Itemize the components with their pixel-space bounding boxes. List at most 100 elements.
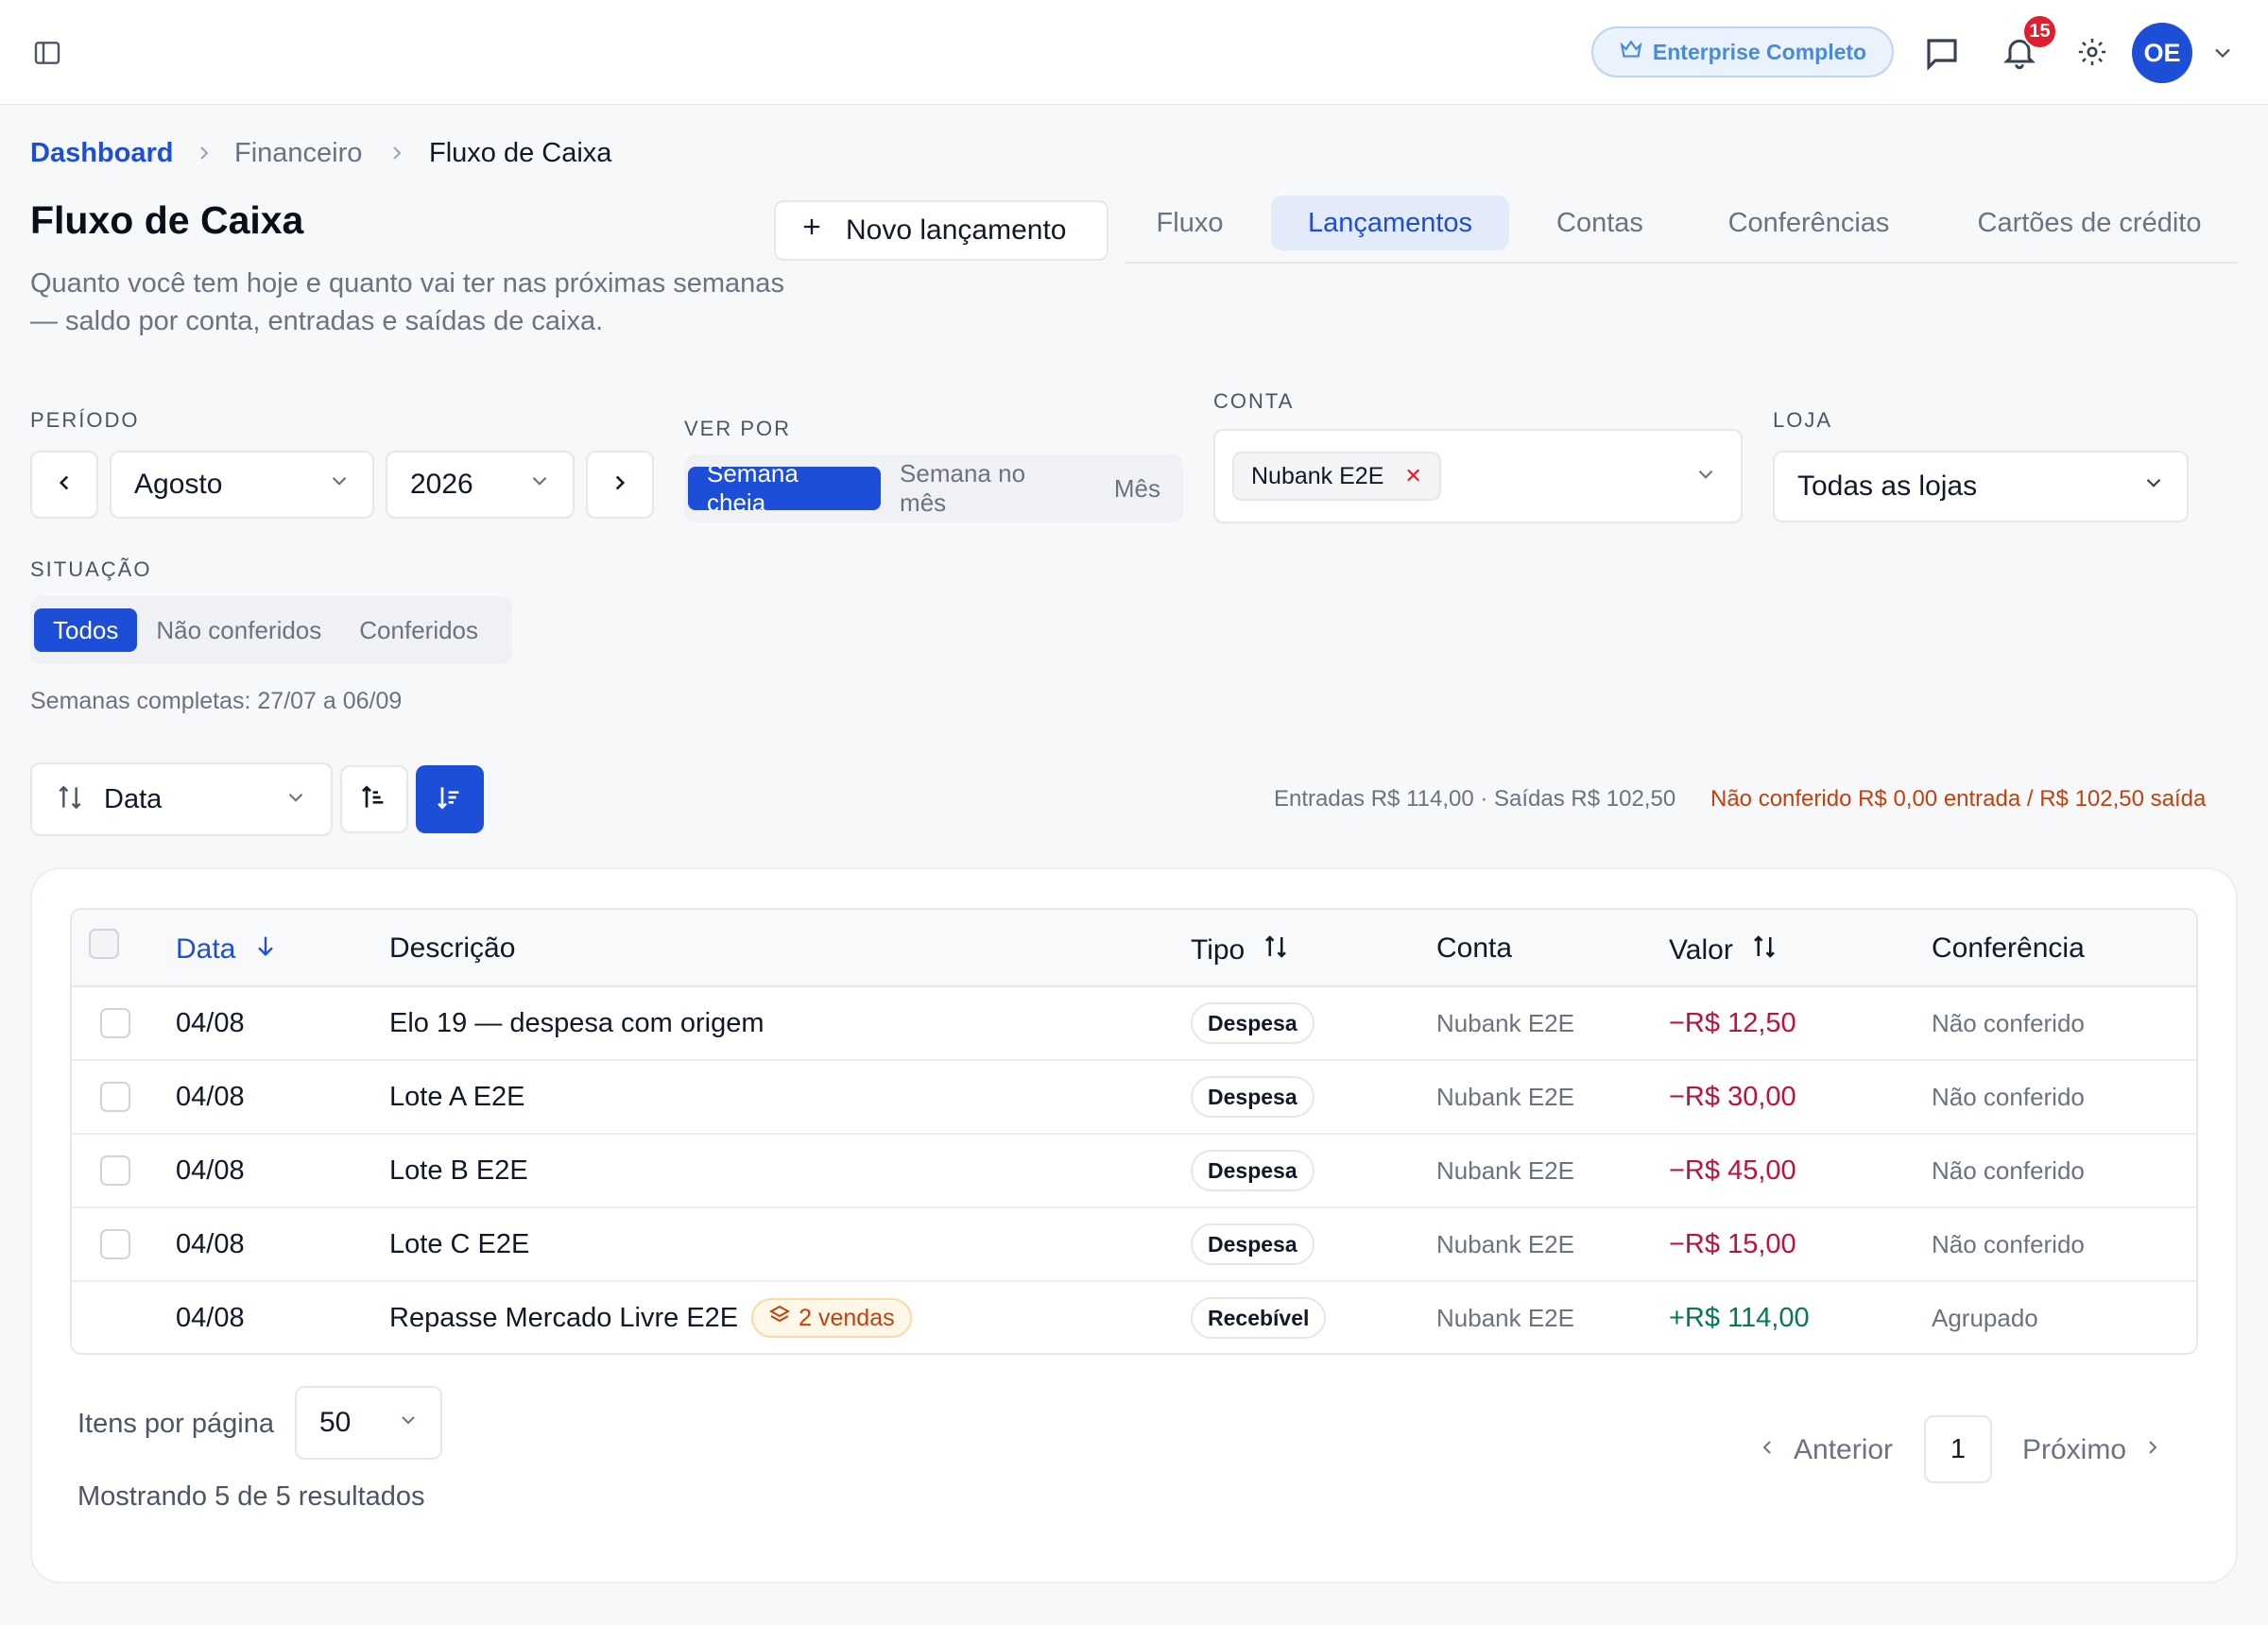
month-select[interactable]: Agosto [110, 451, 374, 519]
weeks-note: Semanas completas: 27/07 a 06/09 [30, 688, 403, 714]
row-description: Repasse Mercado Livre E2E [389, 1302, 739, 1333]
tab-conferencias[interactable]: Conferências [1701, 196, 1916, 250]
status-option-todos[interactable]: Todos [34, 608, 138, 652]
row-value: −R$ 45,00 [1669, 1155, 1796, 1186]
row-value: −R$ 12,50 [1669, 1007, 1796, 1038]
chevron-left-icon [1756, 1434, 1778, 1466]
row-type-badge: Despesa [1191, 1223, 1314, 1265]
status-option-conferidos[interactable]: Conferidos [340, 608, 497, 652]
year-select[interactable]: 2026 [386, 451, 575, 519]
new-entry-label: Novo lançamento [846, 214, 1067, 246]
select-all-checkbox[interactable] [89, 929, 119, 959]
tab-fluxo[interactable]: Fluxo [1128, 196, 1251, 250]
tab-lancamentos[interactable]: Lançamentos [1271, 196, 1509, 250]
column-data[interactable]: Data [176, 932, 279, 966]
row-status: Não conferido [1932, 1229, 2085, 1258]
row-date: 04/08 [176, 1007, 245, 1038]
next-month-button[interactable] [586, 451, 654, 519]
row-account: Nubank E2E [1436, 1155, 1574, 1185]
row-status: Não conferido [1932, 1008, 2085, 1037]
row-account: Nubank E2E [1436, 1008, 1574, 1037]
store-value: Todas as lojas [1797, 470, 1978, 502]
row-date: 04/08 [176, 1155, 245, 1186]
totals-summary: Entradas R$ 114,00 · Saídas R$ 102,50 [1274, 786, 1676, 812]
table-row[interactable]: 04/08 Repasse Mercado Livre E2E 2 vendas… [72, 1282, 2196, 1353]
avatar[interactable]: OE [2132, 23, 2192, 83]
page-subtitle: Quanto você tem hoje e quanto vai ter na… [30, 268, 784, 336]
breadcrumb-dashboard[interactable]: Dashboard [30, 138, 173, 169]
tabs-divider [1125, 262, 2238, 264]
sort-ascending-icon [359, 782, 389, 817]
prev-month-button[interactable] [30, 451, 98, 519]
sales-count-badge[interactable]: 2 vendas [751, 1298, 912, 1338]
view-by-segmented: Semana cheia Semana no mês Mês [684, 454, 1183, 522]
previous-page-label: Anterior [1794, 1434, 1894, 1465]
results-count: Mostrando 5 de 5 resultados [77, 1481, 425, 1512]
crown-icon [1619, 37, 1643, 67]
view-option-mes[interactable]: Mês [1095, 467, 1179, 510]
plan-badge[interactable]: Enterprise Completo [1591, 26, 1894, 77]
sort-icon [1262, 932, 1290, 968]
layers-icon [768, 1304, 791, 1333]
per-page-value: 50 [319, 1407, 352, 1438]
row-checkbox[interactable] [100, 1061, 130, 1133]
status-option-nao-conferidos[interactable]: Não conferidos [137, 608, 340, 652]
row-status: Não conferido [1932, 1155, 2085, 1185]
column-valor[interactable]: Valor [1669, 932, 1778, 968]
per-page-select[interactable]: 50 [295, 1386, 442, 1460]
column-tipo-label: Tipo [1191, 934, 1246, 966]
row-status: Agrupado [1932, 1303, 2038, 1332]
sort-field-select[interactable]: Data [30, 762, 333, 836]
row-status: Não conferido [1932, 1082, 2085, 1111]
row-checkbox[interactable] [100, 1208, 130, 1280]
page-title: Fluxo de Caixa [30, 198, 304, 242]
close-icon[interactable]: ✕ [1404, 464, 1421, 488]
breadcrumb-financeiro[interactable]: Financeiro [234, 138, 362, 169]
row-description: Elo 19 — despesa com origem [389, 1007, 765, 1038]
store-select[interactable]: Todas as lojas [1773, 451, 2189, 522]
chevron-down-icon[interactable] [2209, 40, 2236, 66]
sort-icon [55, 782, 85, 817]
row-description: Lote C E2E [389, 1228, 530, 1259]
messages-button[interactable] [1918, 32, 1966, 79]
column-tipo[interactable]: Tipo [1191, 932, 1290, 968]
table-row[interactable]: 04/08 Lote B E2E Despesa Nubank E2E −R$ … [72, 1135, 2196, 1208]
next-page-button[interactable]: Próximo [2022, 1434, 2164, 1466]
sort-ascending-button[interactable] [340, 765, 408, 833]
table-row[interactable]: 04/08 Lote A E2E Despesa Nubank E2E −R$ … [72, 1061, 2196, 1135]
row-checkbox[interactable] [100, 1135, 130, 1206]
table-row[interactable]: 04/08 Lote C E2E Despesa Nubank E2E −R$ … [72, 1208, 2196, 1282]
settings-button[interactable] [2072, 34, 2112, 74]
sidebar-toggle-icon[interactable] [32, 38, 62, 68]
previous-page-button[interactable]: Anterior [1756, 1434, 1893, 1466]
chevron-down-icon [527, 469, 552, 501]
tab-contas[interactable]: Contas [1531, 196, 1669, 250]
period-label: PERÍODO [30, 408, 140, 432]
entries-table: Data Descrição Tipo Conta Valor Conferên… [70, 908, 2198, 1355]
column-valor-label: Valor [1669, 934, 1733, 966]
chevron-right-icon [2141, 1434, 2164, 1466]
sort-icon [1750, 932, 1778, 968]
chat-icon [1922, 34, 1962, 78]
row-date: 04/08 [176, 1302, 245, 1333]
view-option-semana-no-mes[interactable]: Semana no mês [881, 459, 1095, 517]
account-label: CONTA [1213, 389, 1295, 413]
column-conta: Conta [1436, 932, 1513, 964]
sales-count-label: 2 vendas [799, 1304, 895, 1331]
row-account: Nubank E2E [1436, 1303, 1574, 1332]
table-row[interactable]: 04/08 Elo 19 — despesa com origem Despes… [72, 987, 2196, 1061]
tab-cartoes[interactable]: Cartões de crédito [1956, 196, 2223, 250]
chevron-down-icon [2141, 470, 2166, 503]
row-checkbox[interactable] [100, 987, 130, 1059]
account-multiselect[interactable]: Nubank E2E ✕ [1213, 429, 1743, 523]
sort-field-value: Data [104, 783, 163, 814]
row-type-badge: Despesa [1191, 1002, 1314, 1044]
new-entry-button[interactable]: Novo lançamento [774, 200, 1108, 261]
page-number-button[interactable]: 1 [1924, 1415, 1992, 1483]
chevron-down-icon [284, 785, 308, 814]
row-value: −R$ 15,00 [1669, 1228, 1796, 1259]
view-option-semana-cheia[interactable]: Semana cheia [688, 459, 882, 517]
sort-descending-button[interactable] [416, 765, 484, 833]
column-conferencia: Conferência [1932, 932, 2085, 964]
row-description: Lote A E2E [389, 1081, 525, 1112]
